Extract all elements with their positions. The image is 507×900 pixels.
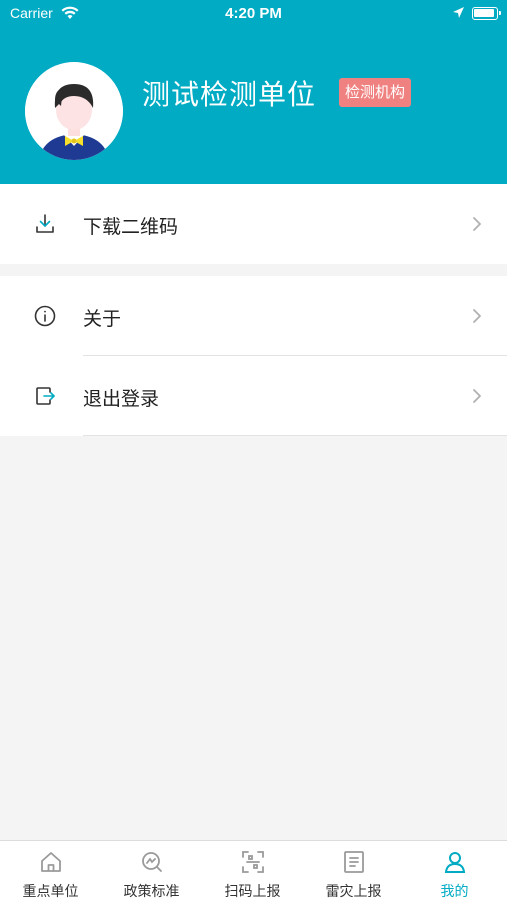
tab-policy-standards[interactable]: 政策标准 <box>101 841 202 900</box>
tab-mine[interactable]: 我的 <box>404 841 505 900</box>
logout-row[interactable]: 退出登录 <box>0 356 507 436</box>
download-qr-row[interactable]: 下载二维码 <box>0 184 507 264</box>
chevron-right-icon <box>473 309 481 323</box>
logout-label: 退出登录 <box>83 388 160 410</box>
avatar[interactable] <box>25 62 123 160</box>
tab-label: 重点单位 <box>22 884 79 900</box>
user-icon <box>444 852 466 873</box>
logout-icon <box>36 387 55 405</box>
location-arrow-icon <box>453 7 464 18</box>
status-bar: Carrier 4:20 PM <box>0 0 507 28</box>
about-row[interactable]: 关于 <box>0 276 507 356</box>
menu-group-download: 下载二维码 <box>0 184 507 264</box>
about-label: 关于 <box>83 308 122 330</box>
menu-group-account: 关于 退出登录 <box>0 276 507 436</box>
avatar-illustration <box>25 62 123 160</box>
home-icon <box>41 852 61 872</box>
tab-label: 雷灾上报 <box>325 884 382 900</box>
chevron-right-icon <box>473 217 481 231</box>
info-icon <box>34 305 56 327</box>
organization-type-badge: 检测机构 <box>339 78 412 107</box>
tab-key-units[interactable]: 重点单位 <box>0 841 101 900</box>
tab-lightning-report[interactable]: 雷灾上报 <box>303 841 404 900</box>
profile-header: Carrier 4:20 PM 测试检测单位 检测机构 <box>0 0 507 184</box>
scan-icon <box>242 851 264 873</box>
tab-scan-report[interactable]: 扫码上报 <box>202 841 303 900</box>
battery-icon <box>472 7 501 20</box>
tab-label: 政策标准 <box>123 884 180 900</box>
policy-icon <box>142 852 162 872</box>
organization-name: 测试检测单位 <box>142 78 317 111</box>
report-icon <box>344 851 364 873</box>
tab-label: 扫码上报 <box>224 884 281 900</box>
download-qr-label: 下载二维码 <box>83 216 179 238</box>
chevron-right-icon <box>473 389 481 403</box>
download-icon <box>36 214 54 233</box>
bottom-tab-bar: 重点单位 政策标准 扫码上报 雷灾上报 我的 <box>0 840 507 900</box>
tab-label: 我的 <box>440 884 469 900</box>
row-divider <box>83 435 507 436</box>
clock: 4:20 PM <box>225 5 282 22</box>
